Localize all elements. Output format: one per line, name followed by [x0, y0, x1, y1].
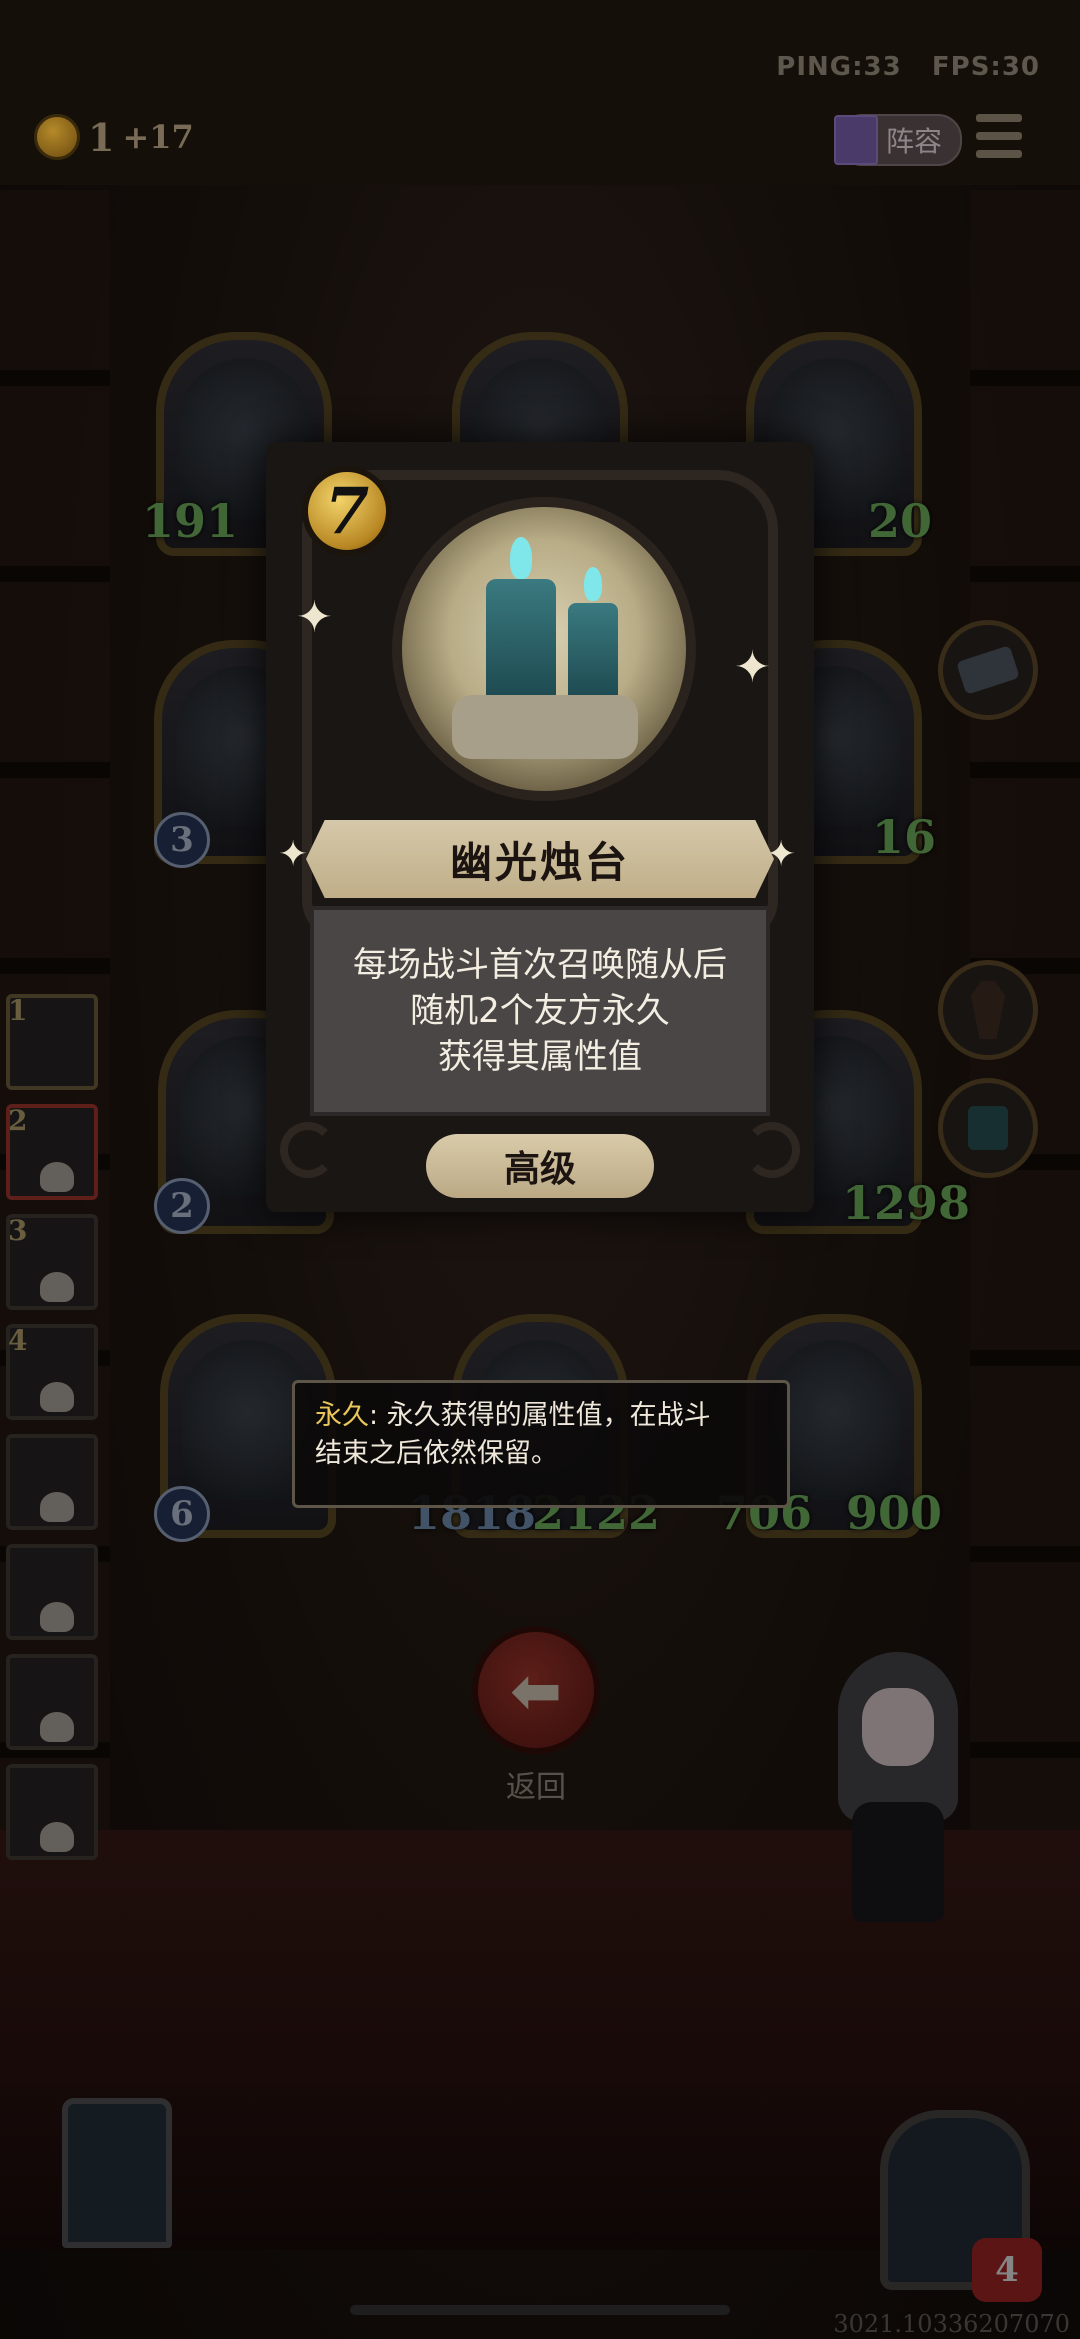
- card-tier-badge: 高级: [426, 1134, 654, 1198]
- tooltip-keyword: 永久: [315, 1400, 369, 1431]
- desc-line: 每场战斗首次召唤随从后: [353, 945, 727, 985]
- lineup-button[interactable]: 阵容: [834, 114, 962, 166]
- card-art: [392, 497, 696, 801]
- coin-icon: [34, 114, 80, 160]
- sparkle-icon: ✦: [734, 642, 771, 693]
- network-stats: PING:33 FPS:30: [776, 52, 1040, 82]
- tooltip-line: 结束之后依然保留。: [315, 1438, 558, 1469]
- desc-line: 获得其属性值: [438, 1037, 642, 1077]
- book-icon: [834, 115, 878, 165]
- keyword-tooltip: 永久: 永久获得的属性值，在战斗 结束之后依然保留。: [292, 1380, 790, 1508]
- swirl-ornament: [280, 1122, 336, 1178]
- flame-icon: [584, 567, 602, 601]
- card-tier: 高级: [503, 1149, 576, 1190]
- lineup-label: 阵容: [886, 125, 943, 158]
- top-bar: PING:33 FPS:30 1 +17 阵容: [0, 0, 1080, 185]
- coin-bonus: +17: [122, 118, 194, 156]
- flame-icon: [510, 537, 532, 579]
- candle-art: [568, 603, 618, 699]
- sparkle-icon: ✦: [278, 834, 309, 875]
- card-description: 每场战斗首次召唤随从后 随机2个友方永久 获得其属性值: [310, 906, 770, 1116]
- coin-amount: 1: [88, 114, 115, 160]
- tooltip-line: 永久: 永久获得的属性值，在战斗: [315, 1397, 767, 1435]
- skull-base-art: [452, 695, 638, 759]
- swirl-ornament: [744, 1122, 800, 1178]
- cost-badge: 7: [302, 466, 392, 556]
- item-card: 7 ✦ ✦ ✦ ✦ 幽光烛台 每场战斗首次召唤随从后 随机2个友方永久 获得其属…: [266, 442, 814, 1212]
- coin-counter: 1 +17: [34, 114, 194, 160]
- desc-line: 随机2个友方永久: [410, 991, 670, 1031]
- sparkle-icon: ✦: [296, 592, 333, 643]
- tooltip-text: : 永久获得的属性值，在战斗: [369, 1400, 711, 1431]
- ping-text: PING:33: [776, 52, 902, 82]
- card-name-banner: 幽光烛台: [306, 820, 774, 898]
- menu-icon[interactable]: [976, 114, 1022, 158]
- candle-art: [486, 579, 556, 699]
- card-name: 幽光烛台: [449, 837, 630, 887]
- fps-text: FPS:30: [931, 52, 1040, 82]
